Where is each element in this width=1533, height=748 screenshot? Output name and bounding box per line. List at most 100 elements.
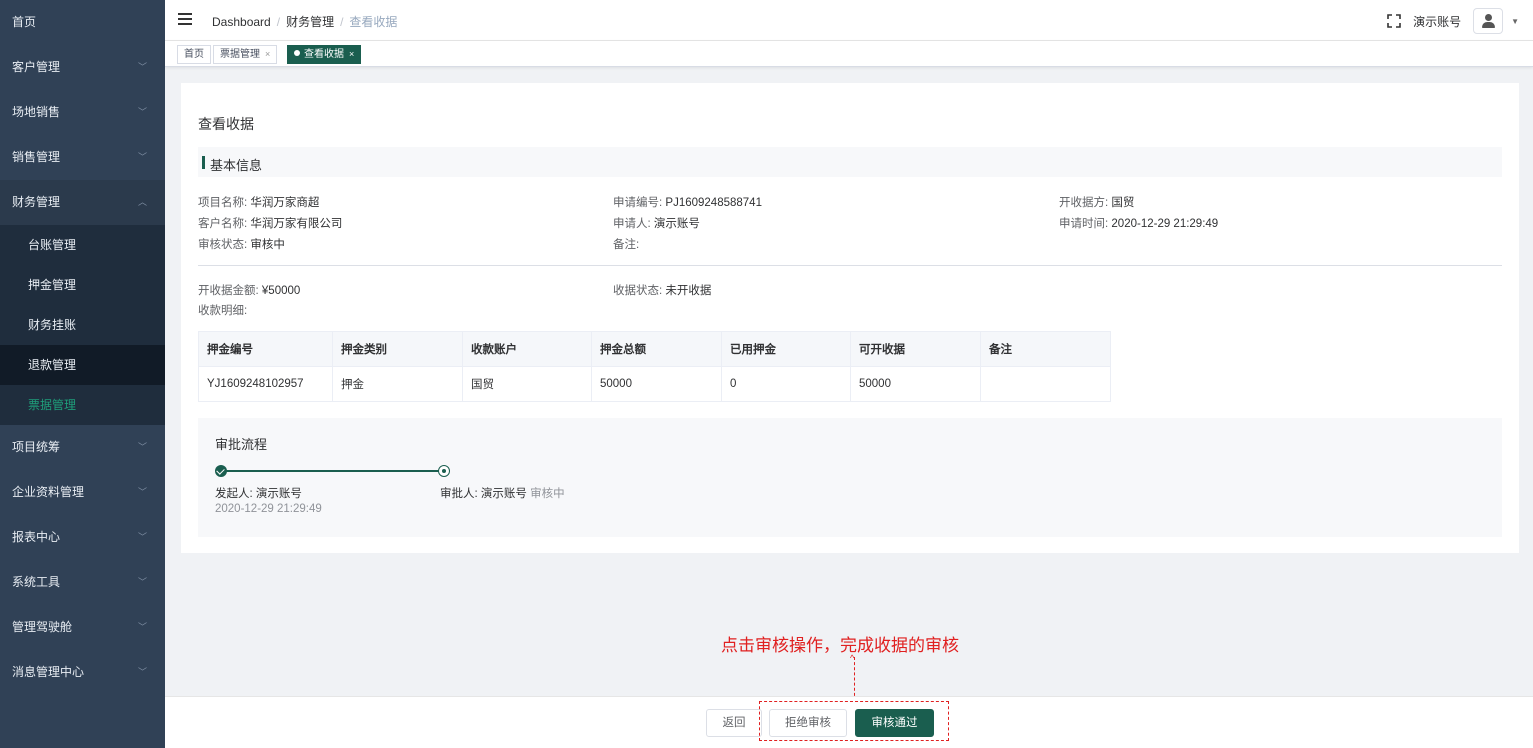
cell-deposit-no: YJ1609248102957: [198, 366, 333, 402]
account-name: 演示账号: [1413, 14, 1462, 29]
chevron-down-icon: ﹀: [137, 152, 147, 162]
sidebar-item-label: 首页: [12, 15, 37, 29]
chevron-down-icon: ﹀: [137, 577, 147, 587]
breadcrumb: Dashboard / 财务管理 / 查看收据: [212, 15, 398, 29]
field-apply-no: 申请编号: PJ1609248588741: [613, 197, 762, 209]
col-total: 押金总额: [591, 331, 722, 367]
sidebar-item-tools[interactable]: 系统工具 ﹀: [0, 560, 165, 605]
field-customer: 客户名称: 华润万家有限公司: [198, 218, 343, 230]
table-header-row: 押金编号 押金类别 收款账户 押金总额 已用押金 可开收据 备注: [198, 331, 1111, 367]
field-project: 项目名称: 华润万家商超: [198, 197, 320, 209]
cell-account: 国贸: [462, 366, 592, 402]
col-account: 收款账户: [462, 331, 592, 367]
radio-dot-icon: [438, 465, 450, 477]
sidebar-item-reports[interactable]: 报表中心 ﹀: [0, 515, 165, 560]
sidebar-item-cockpit[interactable]: 管理驾驶舱 ﹀: [0, 605, 165, 650]
close-icon[interactable]: ×: [265, 49, 270, 59]
sidebar-item-home[interactable]: 首页: [0, 0, 165, 45]
close-icon[interactable]: ×: [349, 49, 354, 59]
chevron-down-icon: ﹀: [137, 667, 147, 677]
table-row: YJ1609248102957 押金 国贸 50000 0 50000: [198, 366, 1111, 402]
tag-receipt-management[interactable]: 票据管理 ×: [213, 45, 278, 64]
chevron-up-icon: ︿: [137, 197, 147, 207]
flow-title: 审批流程: [215, 437, 268, 452]
chevron-down-icon: ﹀: [137, 442, 147, 452]
fullscreen-icon[interactable]: [1387, 14, 1401, 28]
avatar[interactable]: [1473, 8, 1504, 34]
sidebar: 首页 客户管理 ﹀ 场地销售 ﹀ 销售管理 ﹀ 财务管理 ︿ 台账管理 押金管理 财务挂…: [0, 0, 165, 748]
chevron-down-icon: ﹀: [137, 622, 147, 632]
sidebar-subitem-account-hold[interactable]: 财务挂账: [0, 305, 165, 345]
sidebar-item-label: 客户管理: [12, 60, 61, 74]
sidebar-subitem-refund[interactable]: 退款管理: [0, 345, 165, 385]
col-available: 可开收据: [850, 331, 981, 367]
sidebar-item-label: 管理驾驶舱: [12, 620, 73, 634]
chevron-down-icon: ﹀: [137, 487, 147, 497]
chevron-down-icon: ﹀: [137, 107, 147, 117]
cell-remark: [980, 366, 1111, 402]
tags-view: 首页 票据管理 × 查看收据 ×: [165, 41, 1533, 67]
hamburger-icon[interactable]: [178, 13, 192, 25]
sidebar-item-label: 销售管理: [12, 150, 61, 164]
sidebar-item-messages[interactable]: 消息管理中心 ﹀: [0, 650, 165, 695]
chevron-down-icon: ﹀: [137, 62, 147, 72]
finance-submenu: 台账管理 押金管理 财务挂账 退款管理 票据管理: [0, 225, 165, 425]
breadcrumb-dashboard[interactable]: Dashboard: [212, 15, 271, 29]
field-apply-time: 申请时间: 2020-12-29 21:29:49: [1059, 218, 1219, 230]
field-audit-status: 审核状态: 审核中: [198, 239, 285, 251]
flow-approver-status: 审核中: [530, 488, 565, 500]
field-detail-label: 收款明细:: [198, 305, 248, 317]
sidebar-item-project[interactable]: 项目统筹 ﹀: [0, 425, 165, 470]
top-header: Dashboard / 财务管理 / 查看收据 演示账号 ▼: [165, 0, 1533, 41]
flow-connector: [221, 470, 442, 472]
sidebar-item-label: 场地销售: [12, 105, 61, 119]
col-remark: 备注: [980, 331, 1111, 367]
field-issuer: 开收据方: 国贸: [1059, 197, 1135, 209]
cell-used: 0: [721, 366, 851, 402]
annotation-text: 点击审核操作，完成收据的审核: [721, 636, 959, 655]
field-receipt-status: 收据状态: 未开收据: [613, 285, 712, 297]
divider: [198, 265, 1502, 266]
deposit-table: 押金编号 押金类别 收款账户 押金总额 已用押金 可开收据 备注 YJ16092…: [198, 331, 1111, 402]
caret-down-icon[interactable]: ▼: [1511, 17, 1519, 26]
sidebar-subitem-ledger[interactable]: 台账管理: [0, 225, 165, 265]
breadcrumb-finance: 财务管理: [286, 15, 335, 29]
sidebar-item-enterprise-docs[interactable]: 企业资料管理 ﹀: [0, 470, 165, 515]
tag-view-receipt[interactable]: 查看收据 ×: [287, 45, 362, 64]
col-used: 已用押金: [721, 331, 851, 367]
field-applicant: 申请人: 演示账号: [613, 218, 700, 230]
field-amount: 开收据金额: ¥50000: [198, 285, 301, 297]
sidebar-item-label: 消息管理中心: [12, 665, 85, 679]
back-button[interactable]: 返回: [706, 709, 762, 737]
sidebar-item-customer[interactable]: 客户管理 ﹀: [0, 45, 165, 90]
annotation-highlight-box: [759, 701, 949, 741]
sidebar-subitem-receipt[interactable]: 票据管理: [0, 385, 165, 425]
check-circle-icon: [215, 465, 227, 477]
approval-flow: 审批流程 发起人: 演示账号 2020-12-29 21:29:49 审批人: …: [198, 418, 1502, 537]
flow-approver: 审批人: 演示账号 审核中: [440, 488, 565, 500]
annotation-arrow: [854, 657, 855, 701]
sidebar-item-label: 项目统筹: [12, 440, 61, 454]
field-remark: 备注:: [613, 239, 640, 251]
sidebar-item-label: 企业资料管理: [12, 485, 85, 499]
sidebar-item-finance[interactable]: 财务管理 ︿: [0, 180, 165, 225]
sidebar-item-label: 系统工具: [12, 575, 61, 589]
flow-initiator: 发起人: 演示账号: [215, 488, 302, 500]
sidebar-item-label: 财务管理: [12, 195, 61, 209]
cell-total: 50000: [591, 366, 722, 402]
cell-available: 50000: [850, 366, 981, 402]
sidebar-subitem-deposit[interactable]: 押金管理: [0, 265, 165, 305]
sidebar-item-venue-sales[interactable]: 场地销售 ﹀: [0, 90, 165, 135]
sidebar-item-label: 报表中心: [12, 530, 61, 544]
page-title: 查看收据: [198, 116, 254, 132]
cell-deposit-type: 押金: [332, 366, 463, 402]
col-deposit-no: 押金编号: [198, 331, 333, 367]
breadcrumb-current: 查看收据: [349, 15, 398, 29]
col-deposit-type: 押金类别: [332, 331, 463, 367]
receipt-detail-card: 查看收据 基本信息 项目名称: 华润万家商超 申请编号: PJ160924858…: [181, 83, 1519, 553]
chevron-down-icon: ﹀: [137, 532, 147, 542]
section-title: 基本信息: [210, 158, 263, 173]
tag-home[interactable]: 首页: [177, 45, 211, 64]
sidebar-item-sales[interactable]: 销售管理 ﹀: [0, 135, 165, 180]
section-header: 基本信息: [198, 147, 1502, 177]
